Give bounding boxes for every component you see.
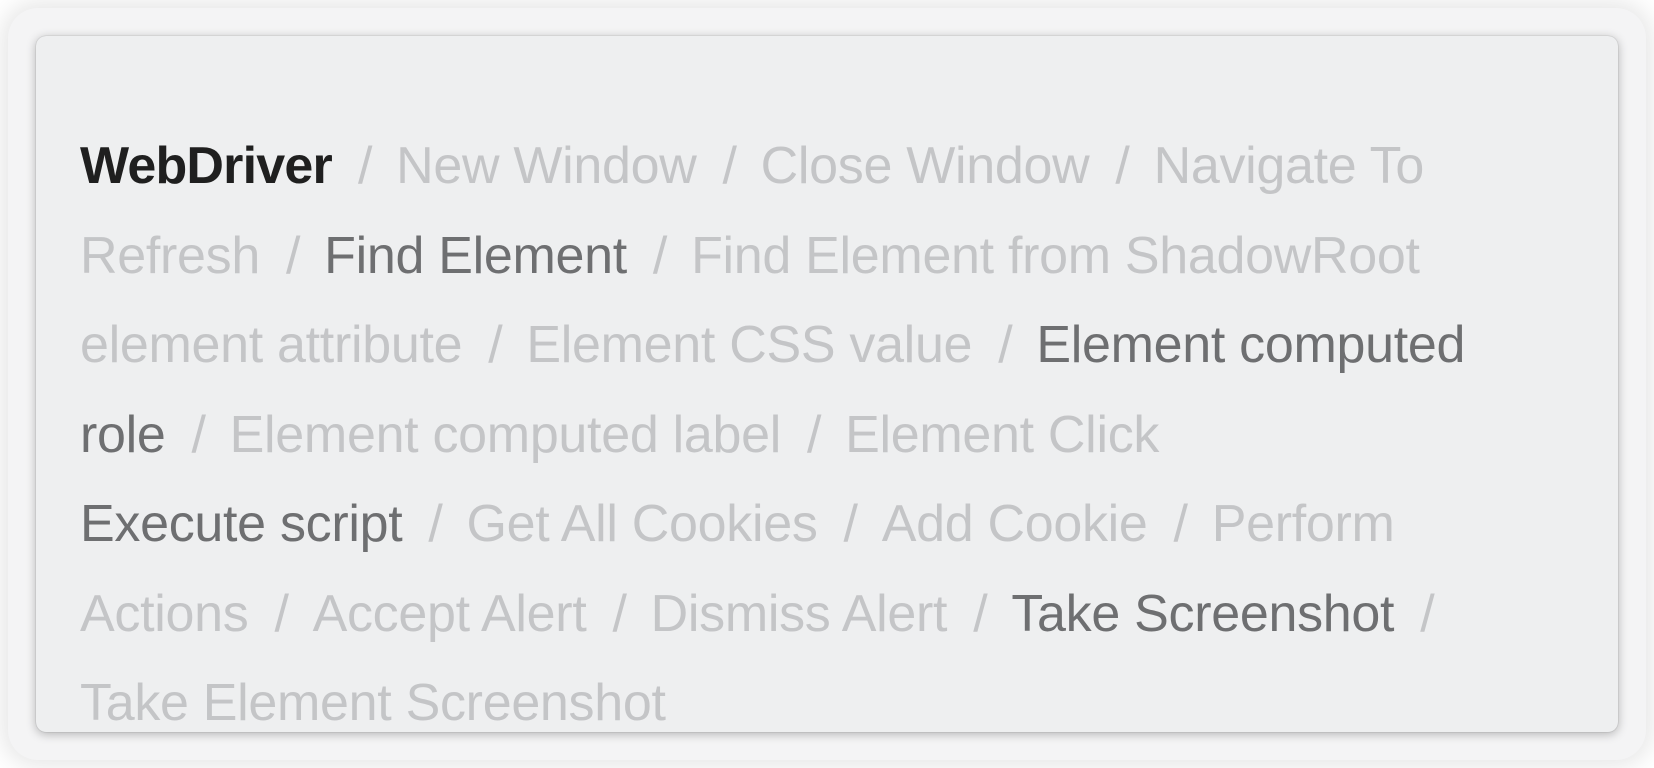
- command-dismiss-alert[interactable]: Dismiss Alert: [651, 585, 948, 643]
- separator: /: [998, 316, 1013, 374]
- command-take-element-screenshot[interactable]: Take Element Screenshot: [80, 674, 666, 732]
- command-execute-script[interactable]: Execute script: [80, 495, 403, 553]
- command-new-window[interactable]: New Window: [396, 137, 697, 195]
- command-list-card: WebDriver / New Window / Close Window / Naviga…: [36, 36, 1618, 732]
- command-close-window[interactable]: Close Window: [761, 137, 1090, 195]
- command-find-element[interactable]: Find Element: [324, 227, 627, 285]
- separator: /: [1115, 137, 1130, 195]
- command-title-webdriver: WebDriver: [80, 137, 333, 195]
- command-element-computed-label[interactable]: Element computed label: [230, 406, 782, 464]
- separator: /: [488, 316, 503, 374]
- separator: /: [428, 495, 443, 553]
- separator: /: [1420, 584, 1435, 643]
- separator: /: [274, 584, 289, 643]
- separator: /: [285, 226, 301, 285]
- separator: /: [191, 405, 206, 464]
- command-find-element-from-shadowroot[interactable]: Find Element from ShadowRoot: [691, 227, 1420, 285]
- separator: /: [806, 405, 822, 464]
- command-get-all-cookies[interactable]: Get All Cookies: [467, 495, 818, 553]
- separator: /: [973, 584, 988, 643]
- command-accept-alert[interactable]: Accept Alert: [313, 585, 587, 643]
- separator: /: [722, 137, 737, 195]
- separator: /: [357, 137, 373, 195]
- command-add-cookie[interactable]: Add Cookie: [882, 495, 1148, 553]
- command-navigate-to[interactable]: Navigate To: [1154, 137, 1425, 195]
- command-element-css-value[interactable]: Element CSS value: [526, 316, 972, 374]
- separator: /: [612, 584, 627, 643]
- command-take-screenshot[interactable]: Take Screenshot: [1011, 585, 1394, 643]
- separator: /: [843, 495, 858, 553]
- command-element-click[interactable]: Element Click: [845, 406, 1159, 464]
- command-breadcrumb: WebDriver / New Window / Close Window / Naviga…: [80, 122, 1582, 749]
- separator: /: [1173, 495, 1188, 553]
- command-refresh[interactable]: Refresh: [80, 227, 260, 285]
- separator: /: [652, 226, 668, 285]
- command-element-attribute[interactable]: element attribute: [80, 316, 463, 374]
